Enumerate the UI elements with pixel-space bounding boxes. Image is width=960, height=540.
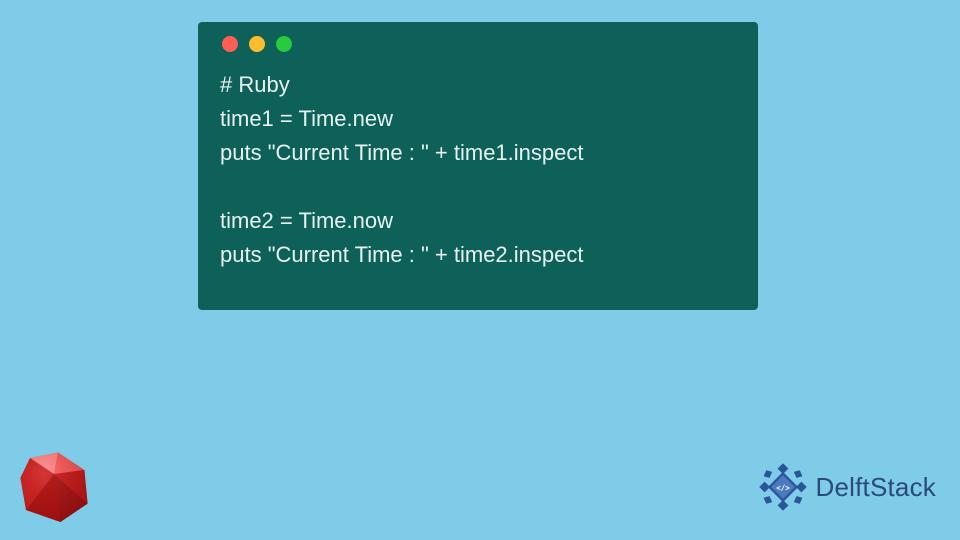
code-line: puts "Current Time : " + time1.inspect	[220, 140, 583, 165]
delftstack-logo: </> DelftStack	[756, 460, 937, 514]
window-controls	[222, 36, 736, 52]
close-icon	[222, 36, 238, 52]
maximize-icon	[276, 36, 292, 52]
delftstack-emblem-icon: </>	[756, 460, 810, 514]
svg-text:</>: </>	[776, 483, 790, 492]
code-line: puts "Current Time : " + time2.inspect	[220, 242, 583, 267]
code-line: time1 = Time.new	[220, 106, 393, 131]
code-line: # Ruby	[220, 72, 290, 97]
brand-name: DelftStack	[816, 472, 937, 503]
minimize-icon	[249, 36, 265, 52]
code-content: # Ruby time1 = Time.new puts "Current Ti…	[220, 68, 736, 273]
code-window: # Ruby time1 = Time.new puts "Current Ti…	[198, 22, 758, 310]
code-line: time2 = Time.now	[220, 208, 393, 233]
ruby-logo-icon	[14, 446, 94, 526]
